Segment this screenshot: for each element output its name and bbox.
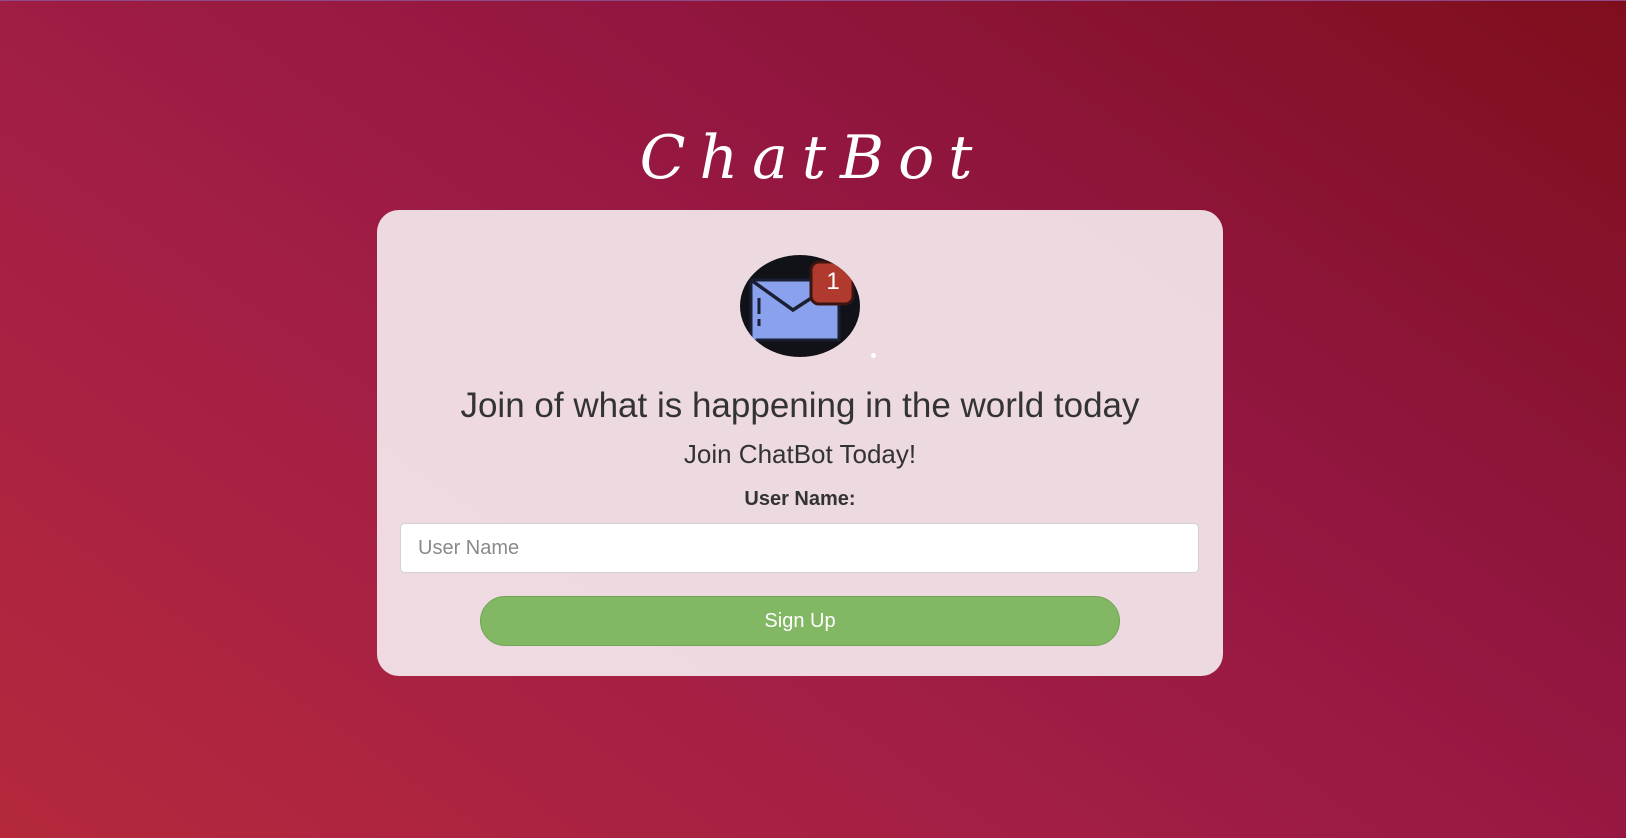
headline: Join of what is happening in the world t…: [460, 386, 1140, 425]
signup-button[interactable]: Sign Up: [480, 596, 1120, 646]
mail-notification-icon: [739, 254, 861, 358]
signup-card: 1 Join of what is happening in the world…: [377, 210, 1223, 676]
subheadline: Join ChatBot Today!: [683, 439, 917, 469]
app-title: ChatBot: [639, 123, 987, 193]
top-border: [0, 0, 1626, 1]
username-label: User Name:: [744, 488, 856, 510]
username-input[interactable]: [400, 523, 1199, 573]
decorative-dot: [871, 353, 876, 358]
